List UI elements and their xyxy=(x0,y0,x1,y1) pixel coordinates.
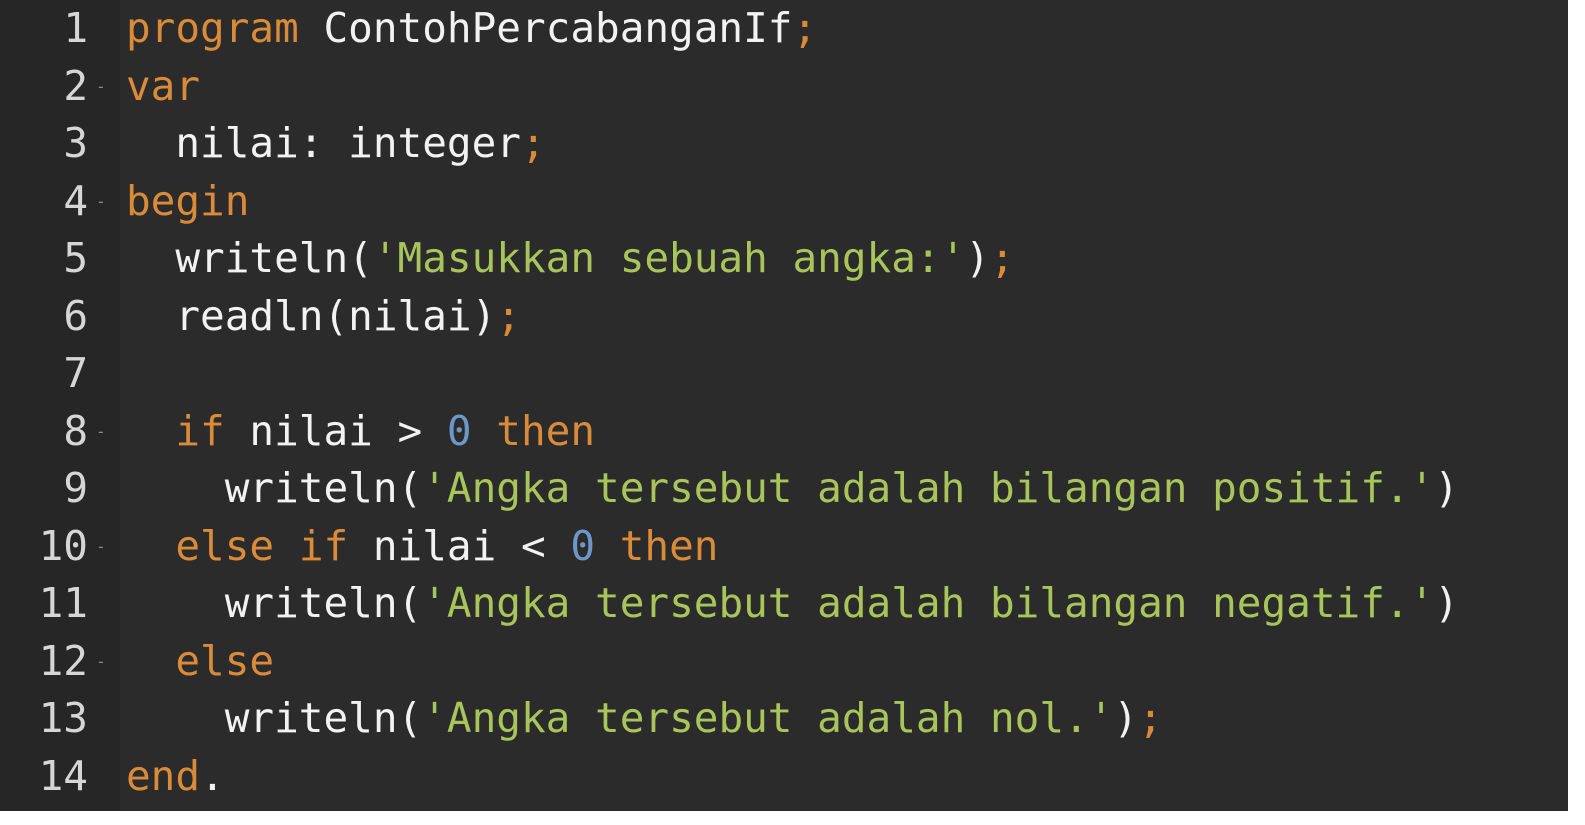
line-number: 8 xyxy=(63,406,88,455)
line-number: 4 xyxy=(63,176,88,225)
code-token: ; xyxy=(792,4,818,52)
code-token: then xyxy=(619,521,719,570)
gutter-line: 13 xyxy=(0,690,120,748)
line-number: 3 xyxy=(63,119,88,167)
code-line[interactable]: writeln('Angka tersebut adalah bilangan … xyxy=(120,460,1568,518)
fold-toggle-icon[interactable]: - xyxy=(96,633,106,691)
code-token: 'Angka tersebut adalah bilangan negatif.… xyxy=(422,579,1435,627)
code-token: ; xyxy=(520,119,546,167)
fold-toggle-icon[interactable]: - xyxy=(96,58,106,116)
code-token: end xyxy=(126,751,201,800)
line-number-gutter: 1 2-3 4-5 6 7 8-9 10-11 12-13 14 xyxy=(0,0,120,811)
fold-toggle-icon[interactable]: - xyxy=(96,173,106,231)
code-line[interactable]: var xyxy=(120,58,1568,116)
gutter-line: 5 xyxy=(0,230,120,288)
line-number: 5 xyxy=(63,234,88,282)
code-editor[interactable]: 1 2-3 4-5 6 7 8-9 10-11 12-13 14 program ContohP… xyxy=(0,0,1568,811)
code-token: var xyxy=(126,61,201,110)
code-token: 'Angka tersebut adalah bilangan positif.… xyxy=(422,464,1435,512)
gutter-line: 9 xyxy=(0,460,120,518)
code-token: writeln( xyxy=(224,694,423,742)
line-number: 1 xyxy=(63,4,88,52)
code-token: program xyxy=(126,4,299,52)
gutter-line: 14 xyxy=(0,748,120,806)
code-token: writeln( xyxy=(224,464,423,512)
gutter-line: 6 xyxy=(0,288,120,346)
code-line[interactable]: nilai: integer; xyxy=(120,115,1568,173)
code-line[interactable]: writeln('Masukkan sebuah angka:'); xyxy=(120,230,1568,288)
gutter-line: 11 xyxy=(0,575,120,633)
code-token: ; xyxy=(496,291,521,340)
code-line[interactable]: program ContohPercabanganIf; xyxy=(120,0,1568,58)
code-token: if xyxy=(298,521,349,570)
line-number: 13 xyxy=(38,694,88,742)
code-token: ) xyxy=(1434,579,1459,627)
code-line[interactable] xyxy=(120,345,1568,403)
gutter-line: 4- xyxy=(0,173,120,231)
code-token: 'Masukkan sebuah angka:' xyxy=(372,234,966,282)
line-number: 14 xyxy=(38,751,88,800)
gutter-line: 1 xyxy=(0,0,120,58)
code-token: ) xyxy=(1113,694,1139,742)
code-token: ; xyxy=(989,234,1015,282)
code-token: if xyxy=(175,406,225,455)
code-area[interactable]: program ContohPercabanganIf; var nilai: i… xyxy=(120,0,1568,811)
line-number: 2 xyxy=(63,61,88,110)
line-number: 10 xyxy=(38,521,88,570)
gutter-line: 8- xyxy=(0,403,120,461)
code-line[interactable]: writeln('Angka tersebut adalah nol.'); xyxy=(120,690,1568,748)
code-line[interactable]: else xyxy=(120,633,1568,691)
code-line[interactable]: writeln('Angka tersebut adalah bilangan … xyxy=(120,575,1568,633)
fold-toggle-icon[interactable]: - xyxy=(96,403,106,461)
code-line[interactable]: else if nilai < 0 then xyxy=(120,518,1568,576)
gutter-line: 2- xyxy=(0,58,120,116)
code-token: . xyxy=(200,751,225,800)
code-token: writeln( xyxy=(224,579,423,627)
code-token: ) xyxy=(1434,464,1459,512)
line-number: 12 xyxy=(38,636,88,685)
code-token: begin xyxy=(126,176,250,225)
gutter-line: 7 xyxy=(0,345,120,403)
code-line[interactable]: begin xyxy=(120,173,1568,231)
code-token: nilai < xyxy=(348,521,571,570)
code-token: 'Angka tersebut adalah nol.' xyxy=(422,694,1114,742)
code-token: writeln( xyxy=(175,234,373,282)
code-line[interactable]: end. xyxy=(120,748,1568,806)
code-token: readln(nilai) xyxy=(175,291,497,340)
code-token: 0 xyxy=(570,521,596,570)
code-token: else xyxy=(175,636,275,685)
gutter-line: 3 xyxy=(0,115,120,173)
code-token: ) xyxy=(965,234,990,282)
code-line[interactable]: if nilai > 0 then xyxy=(120,403,1568,461)
code-token: else xyxy=(175,521,275,570)
code-line[interactable]: readln(nilai); xyxy=(120,288,1568,346)
line-number: 7 xyxy=(63,349,88,397)
code-token: 0 xyxy=(446,406,472,455)
gutter-line: 10- xyxy=(0,518,120,576)
code-token: nilai > xyxy=(224,406,447,455)
line-number: 6 xyxy=(63,291,88,340)
code-token: then xyxy=(496,406,596,455)
code-token: ; xyxy=(1138,694,1163,742)
fold-toggle-icon[interactable]: - xyxy=(96,518,106,576)
code-token: ContohPercabanganIf xyxy=(323,4,793,52)
line-number: 9 xyxy=(63,464,88,512)
gutter-line: 12- xyxy=(0,633,120,691)
line-number: 11 xyxy=(38,579,88,627)
code-token: nilai: integer xyxy=(175,119,521,167)
